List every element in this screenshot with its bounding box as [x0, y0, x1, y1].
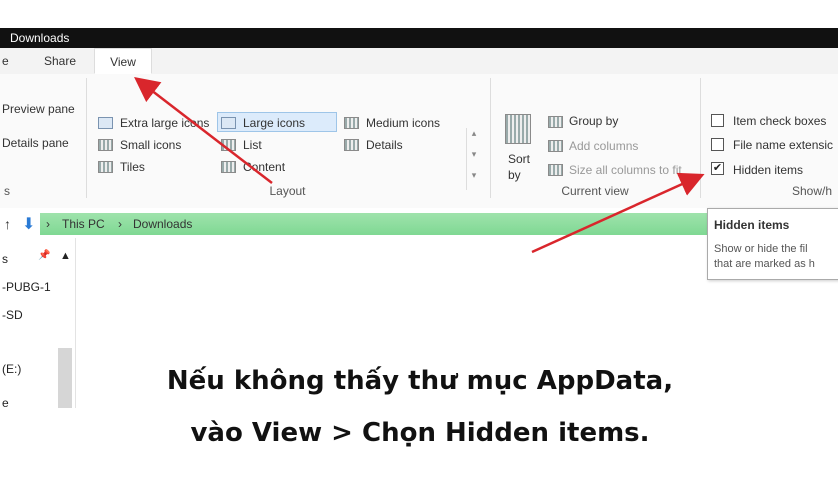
explorer-screenshot: Downloads e Share View Preview pane Deta… — [0, 28, 838, 408]
caption-line-1: Nếu không thấy thư mục AppData, — [166, 366, 674, 396]
caption-line-2: vào View > Chọn Hidden items. — [190, 418, 650, 448]
annotation-arrows — [134, 76, 705, 254]
arrow-to-view-tab — [134, 76, 273, 184]
arrow-to-hidden-items — [531, 172, 705, 254]
